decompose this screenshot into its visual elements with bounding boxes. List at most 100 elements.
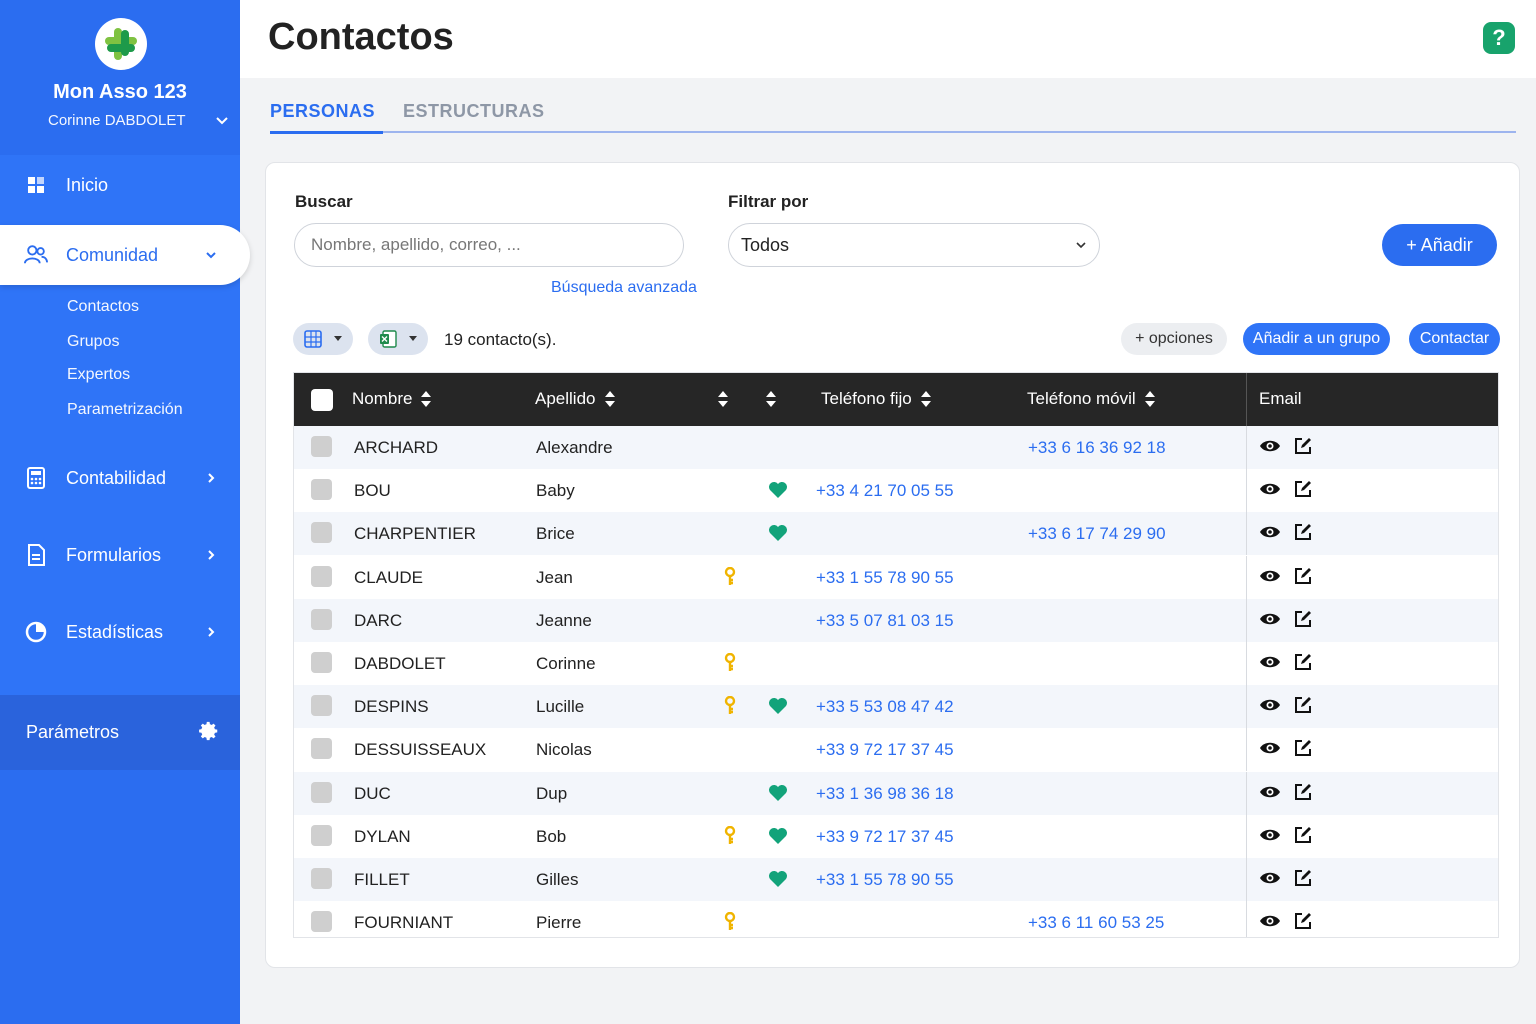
cell-apellido: Jeanne [536, 610, 592, 630]
sidebar-subitem-contactos[interactable]: Contactos [67, 298, 139, 316]
edit-icon[interactable] [1293, 825, 1313, 845]
add-button[interactable]: + Añadir [1382, 224, 1497, 266]
help-button[interactable]: ? [1483, 22, 1515, 54]
table-row[interactable]: DESPINS Lucille +33 5 53 08 47 42 [294, 685, 1498, 729]
row-checkbox[interactable] [311, 738, 332, 760]
edit-icon[interactable] [1293, 436, 1313, 456]
row-checkbox[interactable] [311, 436, 332, 457]
table-row[interactable]: DUC Dup +33 1 36 98 36 18 [294, 771, 1498, 815]
tab-estructuras[interactable]: ESTRUCTURAS [403, 101, 545, 132]
row-checkbox[interactable] [311, 868, 332, 889]
row-checkbox[interactable] [311, 781, 332, 803]
edit-icon[interactable] [1293, 782, 1313, 802]
add-to-group-button[interactable]: Añadir a un grupo [1243, 323, 1390, 355]
cell-telefono-fijo[interactable]: +33 9 72 17 37 45 [816, 740, 954, 760]
chevron-down-icon[interactable] [214, 112, 230, 128]
chevron-right-icon [208, 473, 215, 483]
eye-icon[interactable] [1259, 654, 1281, 670]
table-row[interactable]: CLAUDE Jean +33 1 55 78 90 55 [294, 555, 1498, 599]
advanced-search-link[interactable]: Búsqueda avanzada [551, 279, 697, 297]
cell-telefono-movil[interactable]: +33 6 16 36 92 18 [1028, 438, 1166, 458]
row-checkbox[interactable] [311, 911, 332, 933]
pie-chart-icon [24, 620, 48, 644]
table-row[interactable]: BOU Baby +33 4 21 70 05 55 [294, 469, 1498, 513]
eye-icon[interactable] [1259, 740, 1281, 756]
sidebar-item-estadisticas[interactable]: Estadísticas [0, 602, 240, 662]
columns-menu-button[interactable] [293, 323, 353, 355]
row-checkbox[interactable] [311, 565, 332, 587]
eye-icon[interactable] [1259, 697, 1281, 713]
eye-icon[interactable] [1259, 524, 1281, 540]
column-header-telefono-fijo[interactable]: Teléfono fijo [821, 389, 932, 409]
filter-select[interactable]: Todos [728, 223, 1100, 267]
key-icon [724, 566, 736, 585]
edit-icon[interactable] [1293, 652, 1313, 672]
column-header-apellido[interactable]: Apellido [535, 389, 616, 409]
row-checkbox[interactable] [311, 824, 332, 846]
sidebar-nav: Inicio Comunidad Contactos Grupos Expert… [0, 155, 250, 695]
column-header-nombre[interactable]: Nombre [352, 389, 432, 409]
edit-icon[interactable] [1293, 566, 1313, 586]
cell-telefono-fijo[interactable]: +33 1 36 98 36 18 [816, 784, 954, 804]
eye-icon[interactable] [1259, 438, 1281, 454]
contact-button[interactable]: Contactar [1409, 323, 1500, 355]
table-row[interactable]: DYLAN Bob +33 9 72 17 37 45 [294, 814, 1498, 858]
cell-telefono-fijo[interactable]: +33 1 55 78 90 55 [816, 568, 954, 588]
cell-telefono-fijo[interactable]: +33 5 53 08 47 42 [816, 697, 954, 717]
sidebar-subitem-parametrizacion[interactable]: Parametrización [67, 401, 183, 419]
eye-icon[interactable] [1259, 870, 1281, 886]
table-row[interactable]: CHARPENTIER Brice +33 6 17 74 29 90 [294, 512, 1498, 556]
table-row[interactable]: FILLET Gilles +33 1 55 78 90 55 [294, 858, 1498, 901]
column-header-responsible[interactable] [717, 389, 729, 409]
table-row[interactable]: DABDOLET Corinne [294, 642, 1498, 685]
cell-telefono-fijo[interactable]: +33 4 21 70 05 55 [816, 481, 954, 501]
options-button[interactable]: + opciones [1121, 323, 1227, 355]
chevron-down-icon [206, 252, 216, 259]
row-checkbox[interactable] [311, 652, 332, 673]
cell-telefono-fijo[interactable]: +33 1 55 78 90 55 [816, 870, 954, 890]
select-all-checkbox[interactable] [311, 389, 333, 411]
eye-icon[interactable] [1259, 913, 1281, 929]
cell-telefono-fijo[interactable]: +33 9 72 17 37 45 [816, 827, 954, 847]
sidebar-item-parametros[interactable]: Parámetros [0, 695, 240, 770]
column-header-telefono-movil[interactable]: Teléfono móvil [1027, 389, 1156, 409]
column-header-favorite[interactable] [765, 389, 777, 409]
row-checkbox[interactable] [311, 479, 332, 501]
eye-icon[interactable] [1259, 568, 1281, 584]
edit-icon[interactable] [1293, 911, 1313, 931]
column-divider [1246, 373, 1247, 426]
eye-icon[interactable] [1259, 784, 1281, 800]
sidebar-item-contabilidad[interactable]: Contabilidad [0, 448, 240, 508]
heart-icon [769, 482, 787, 499]
eye-icon[interactable] [1259, 481, 1281, 497]
sidebar-subitem-grupos[interactable]: Grupos [67, 333, 119, 351]
sidebar-subitem-expertos[interactable]: Expertos [67, 366, 130, 384]
edit-icon[interactable] [1293, 868, 1313, 888]
row-checkbox[interactable] [311, 522, 332, 544]
export-menu-button[interactable] [368, 323, 428, 355]
edit-icon[interactable] [1293, 695, 1313, 715]
row-checkbox[interactable] [311, 608, 332, 630]
contacts-table: Nombre Apellido Teléfono fijo Teléfono m… [293, 372, 1499, 938]
cell-apellido: Jean [536, 567, 573, 587]
cell-telefono-fijo[interactable]: +33 5 07 81 03 15 [816, 611, 954, 631]
sidebar-item-inicio[interactable]: Inicio [0, 155, 240, 215]
edit-icon[interactable] [1293, 738, 1313, 758]
table-row[interactable]: FOURNIANT Pierre +33 6 11 60 53 25 [294, 901, 1498, 937]
sidebar-item-comunidad[interactable]: Comunidad [0, 225, 250, 285]
table-row[interactable]: DESSUISSEAUX Nicolas +33 9 72 17 37 45 [294, 728, 1498, 772]
table-row[interactable]: ARCHARD Alexandre +33 6 16 36 92 18 [294, 426, 1498, 469]
table-row[interactable]: DARC Jeanne +33 5 07 81 03 15 [294, 598, 1498, 642]
tab-personas[interactable]: PERSONAS [270, 101, 384, 134]
cell-telefono-movil[interactable]: +33 6 11 60 53 25 [1028, 913, 1164, 933]
sidebar-item-formularios[interactable]: Formularios [0, 525, 240, 585]
row-checkbox[interactable] [311, 695, 332, 717]
search-input[interactable] [294, 223, 684, 267]
calculator-icon [24, 466, 48, 490]
cell-telefono-movil[interactable]: +33 6 17 74 29 90 [1028, 524, 1166, 544]
eye-icon[interactable] [1259, 611, 1281, 627]
eye-icon[interactable] [1259, 827, 1281, 843]
edit-icon[interactable] [1293, 479, 1313, 499]
edit-icon[interactable] [1293, 522, 1313, 542]
edit-icon[interactable] [1293, 609, 1313, 629]
